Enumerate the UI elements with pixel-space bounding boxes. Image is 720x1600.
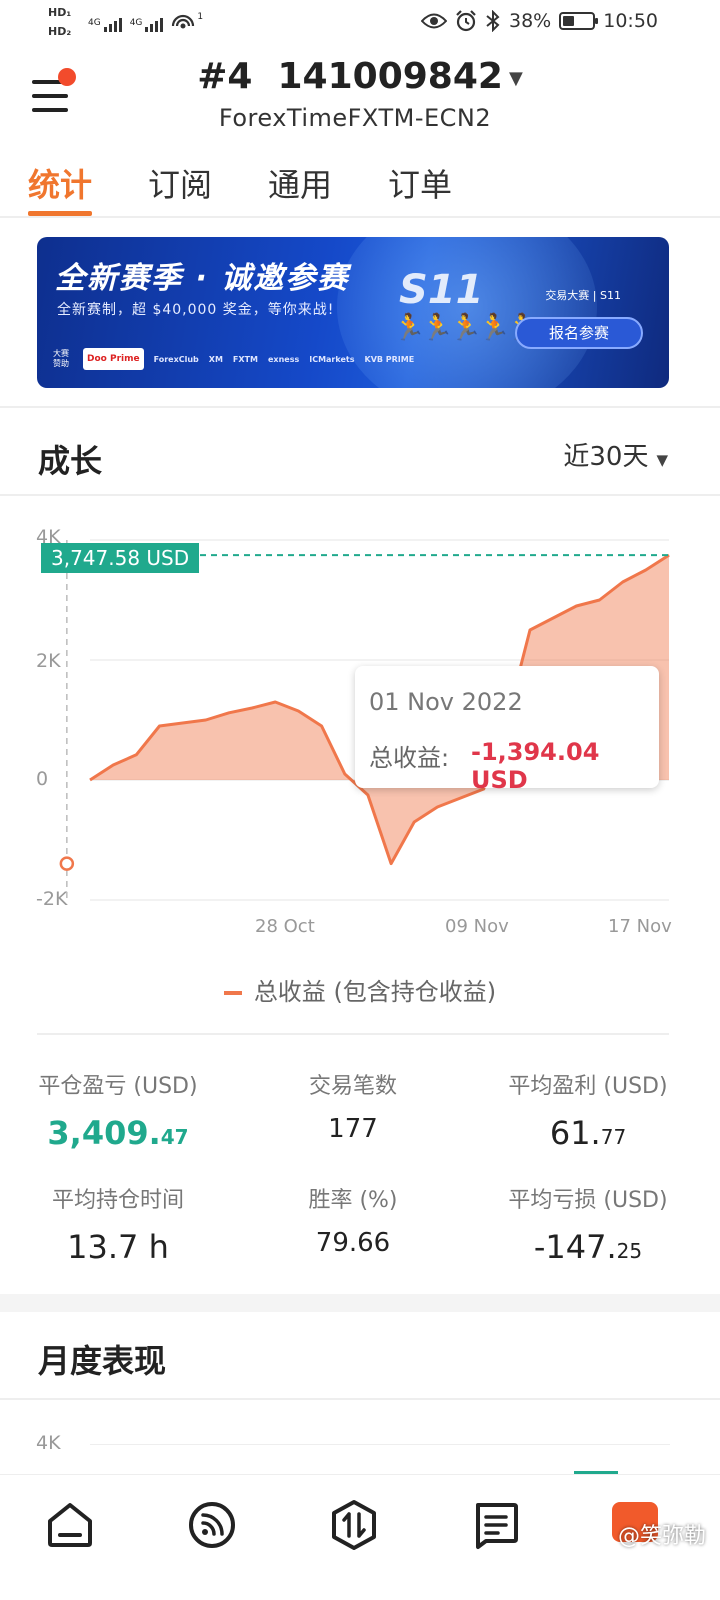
x-tick-label: 28 Oct — [255, 916, 315, 937]
network-type-1: 4G — [88, 18, 101, 28]
legend-label: 总收益 (包含持仓收益) — [253, 978, 497, 1006]
highlight-point — [59, 856, 75, 871]
banner-title: 全新赛季 · 诚邀参赛 — [55, 261, 350, 296]
hd1-label: HD₁ — [48, 6, 72, 19]
dropdown-caret-icon: ▼ — [656, 451, 668, 469]
stat-label: 平均持仓时间 — [51, 1188, 184, 1213]
bluetooth-icon — [486, 10, 500, 32]
stat-label: 胜率 (%) — [308, 1188, 398, 1213]
signal-indicators: 4G 4G 1 — [88, 12, 203, 32]
tab-divider — [0, 216, 720, 218]
dropdown-caret-icon: ▼ — [508, 67, 523, 89]
banner-brand: 交易大赛 | S11 — [545, 289, 621, 302]
signal-icon-1: 4G — [88, 18, 122, 32]
growth-title: 成长 — [38, 442, 103, 480]
hotspot-count: 1 — [197, 12, 204, 22]
battery-percent: 38% — [509, 10, 552, 32]
sponsor-logo: XM — [208, 354, 223, 364]
network-type-2: 4G — [129, 18, 143, 28]
section-divider — [0, 494, 720, 496]
sponsor-logo: ICMarkets — [309, 354, 355, 364]
account-selector[interactable]: #4 141009842 ▼ — [0, 56, 720, 97]
tooltip-date: 01 Nov 2022 — [369, 688, 523, 716]
list-icon[interactable] — [470, 1499, 522, 1551]
x-tick-label: 09 Nov — [445, 916, 509, 937]
stat-avg-loss: 平均亏损 (USD) -147.25 — [478, 1182, 698, 1266]
stat-label: 平均盈利 (USD) — [508, 1074, 668, 1099]
grid-line — [90, 1444, 670, 1445]
stat-label: 平仓盈亏 (USD) — [38, 1074, 198, 1099]
x-tick-label: 17 Nov — [608, 916, 672, 937]
sponsor-logo: exness — [267, 354, 300, 364]
alarm-icon — [456, 10, 476, 32]
stat-avg-profit: 平均盈利 (USD) 61.77 — [478, 1068, 698, 1152]
tab-general[interactable]: 通用 — [268, 160, 332, 216]
chart-tooltip: 01 Nov 2022 总收益: -1,394.04 USD — [355, 666, 659, 794]
section-divider — [37, 1033, 669, 1035]
period-selector[interactable]: 近30天 ▼ — [563, 436, 668, 473]
promo-banner[interactable]: 全新赛季 · 诚邀参赛 全新赛制，超 $40,000 奖金，等你来战! S11 … — [37, 237, 669, 388]
sponsor-strip: 大赛赞助 Doo Prime ForexClub XM FXTM exness … — [53, 348, 477, 370]
stat-value: 3,409.47 — [47, 1114, 189, 1152]
current-value-pill: 3,747.58 USD — [41, 543, 200, 573]
status-bar: HD₁ HD₂ 4G 4G 1 38% 10:50 — [0, 0, 720, 48]
tab-subscribe[interactable]: 订阅 — [148, 160, 212, 216]
sponsor-label: 大赛赞助 — [53, 349, 69, 368]
stat-label: 平均亏损 (USD) — [508, 1188, 668, 1213]
stat-avg-hold-time: 平均持仓时间 13.7 h — [8, 1182, 228, 1266]
stat-value: 79.66 — [315, 1228, 391, 1258]
chart-legend[interactable]: 总收益 (包含持仓收益) — [0, 972, 720, 1007]
tab-orders[interactable]: 订单 — [388, 160, 452, 216]
watermark: @笑弥勒 — [617, 1524, 706, 1549]
stat-closed-pnl: 平仓盈亏 (USD) 3,409.47 — [8, 1068, 228, 1152]
trade-icon[interactable] — [328, 1499, 380, 1551]
period-label: 近30天 — [563, 442, 649, 472]
account-title: #4 141009842 — [197, 56, 503, 97]
sponsor-logo: ForexClub — [153, 354, 199, 364]
sim-indicators: HD₁ HD₂ — [48, 6, 71, 38]
home-icon[interactable] — [44, 1499, 96, 1551]
banner-subtitle: 全新赛制，超 $40,000 奖金，等你来战! — [57, 302, 335, 318]
stat-trade-count: 交易笔数 177 — [243, 1068, 463, 1144]
stat-value: -147.25 — [533, 1228, 643, 1266]
sponsor-logo: FXTM — [232, 354, 258, 364]
clock: 10:50 — [603, 10, 658, 32]
banner-season: S11 — [399, 267, 484, 313]
hd2-label: HD₂ — [48, 25, 72, 38]
section-divider — [0, 406, 720, 408]
tab-stats[interactable]: 统计 — [28, 160, 93, 216]
stat-value: 13.7 h — [67, 1228, 169, 1266]
signal-icon-2: 4G — [130, 18, 164, 32]
signal-icon[interactable] — [186, 1499, 238, 1551]
tooltip-label: 总收益: — [369, 744, 450, 772]
stat-label: 交易笔数 — [308, 1074, 397, 1099]
tab-bar: 统计 订阅 通用 订单 — [28, 160, 452, 216]
stat-value: 61.77 — [549, 1114, 627, 1152]
legend-swatch — [223, 991, 242, 995]
stat-value: 177 — [328, 1114, 378, 1144]
stat-win-rate: 胜率 (%) 79.66 — [243, 1182, 463, 1258]
section-divider — [0, 1398, 720, 1400]
tooltip-value: -1,394.04 USD — [471, 738, 600, 794]
hotspot-icon — [172, 14, 195, 29]
battery-icon — [559, 12, 599, 30]
section-gap — [0, 1294, 720, 1312]
register-button[interactable]: 报名参赛 — [515, 317, 643, 349]
monthly-title: 月度表现 — [38, 1342, 167, 1380]
runners-graphic: 🏃🏃🏃🏃🏃 — [393, 313, 539, 343]
sponsor-logo: KVB PRIME — [364, 354, 415, 364]
sponsor-logo: Doo Prime — [83, 348, 144, 370]
account-server: ForexTimeFXTM-ECN2 — [218, 104, 492, 132]
y-tick-label: 4K — [36, 1432, 61, 1454]
eye-icon — [421, 13, 447, 29]
